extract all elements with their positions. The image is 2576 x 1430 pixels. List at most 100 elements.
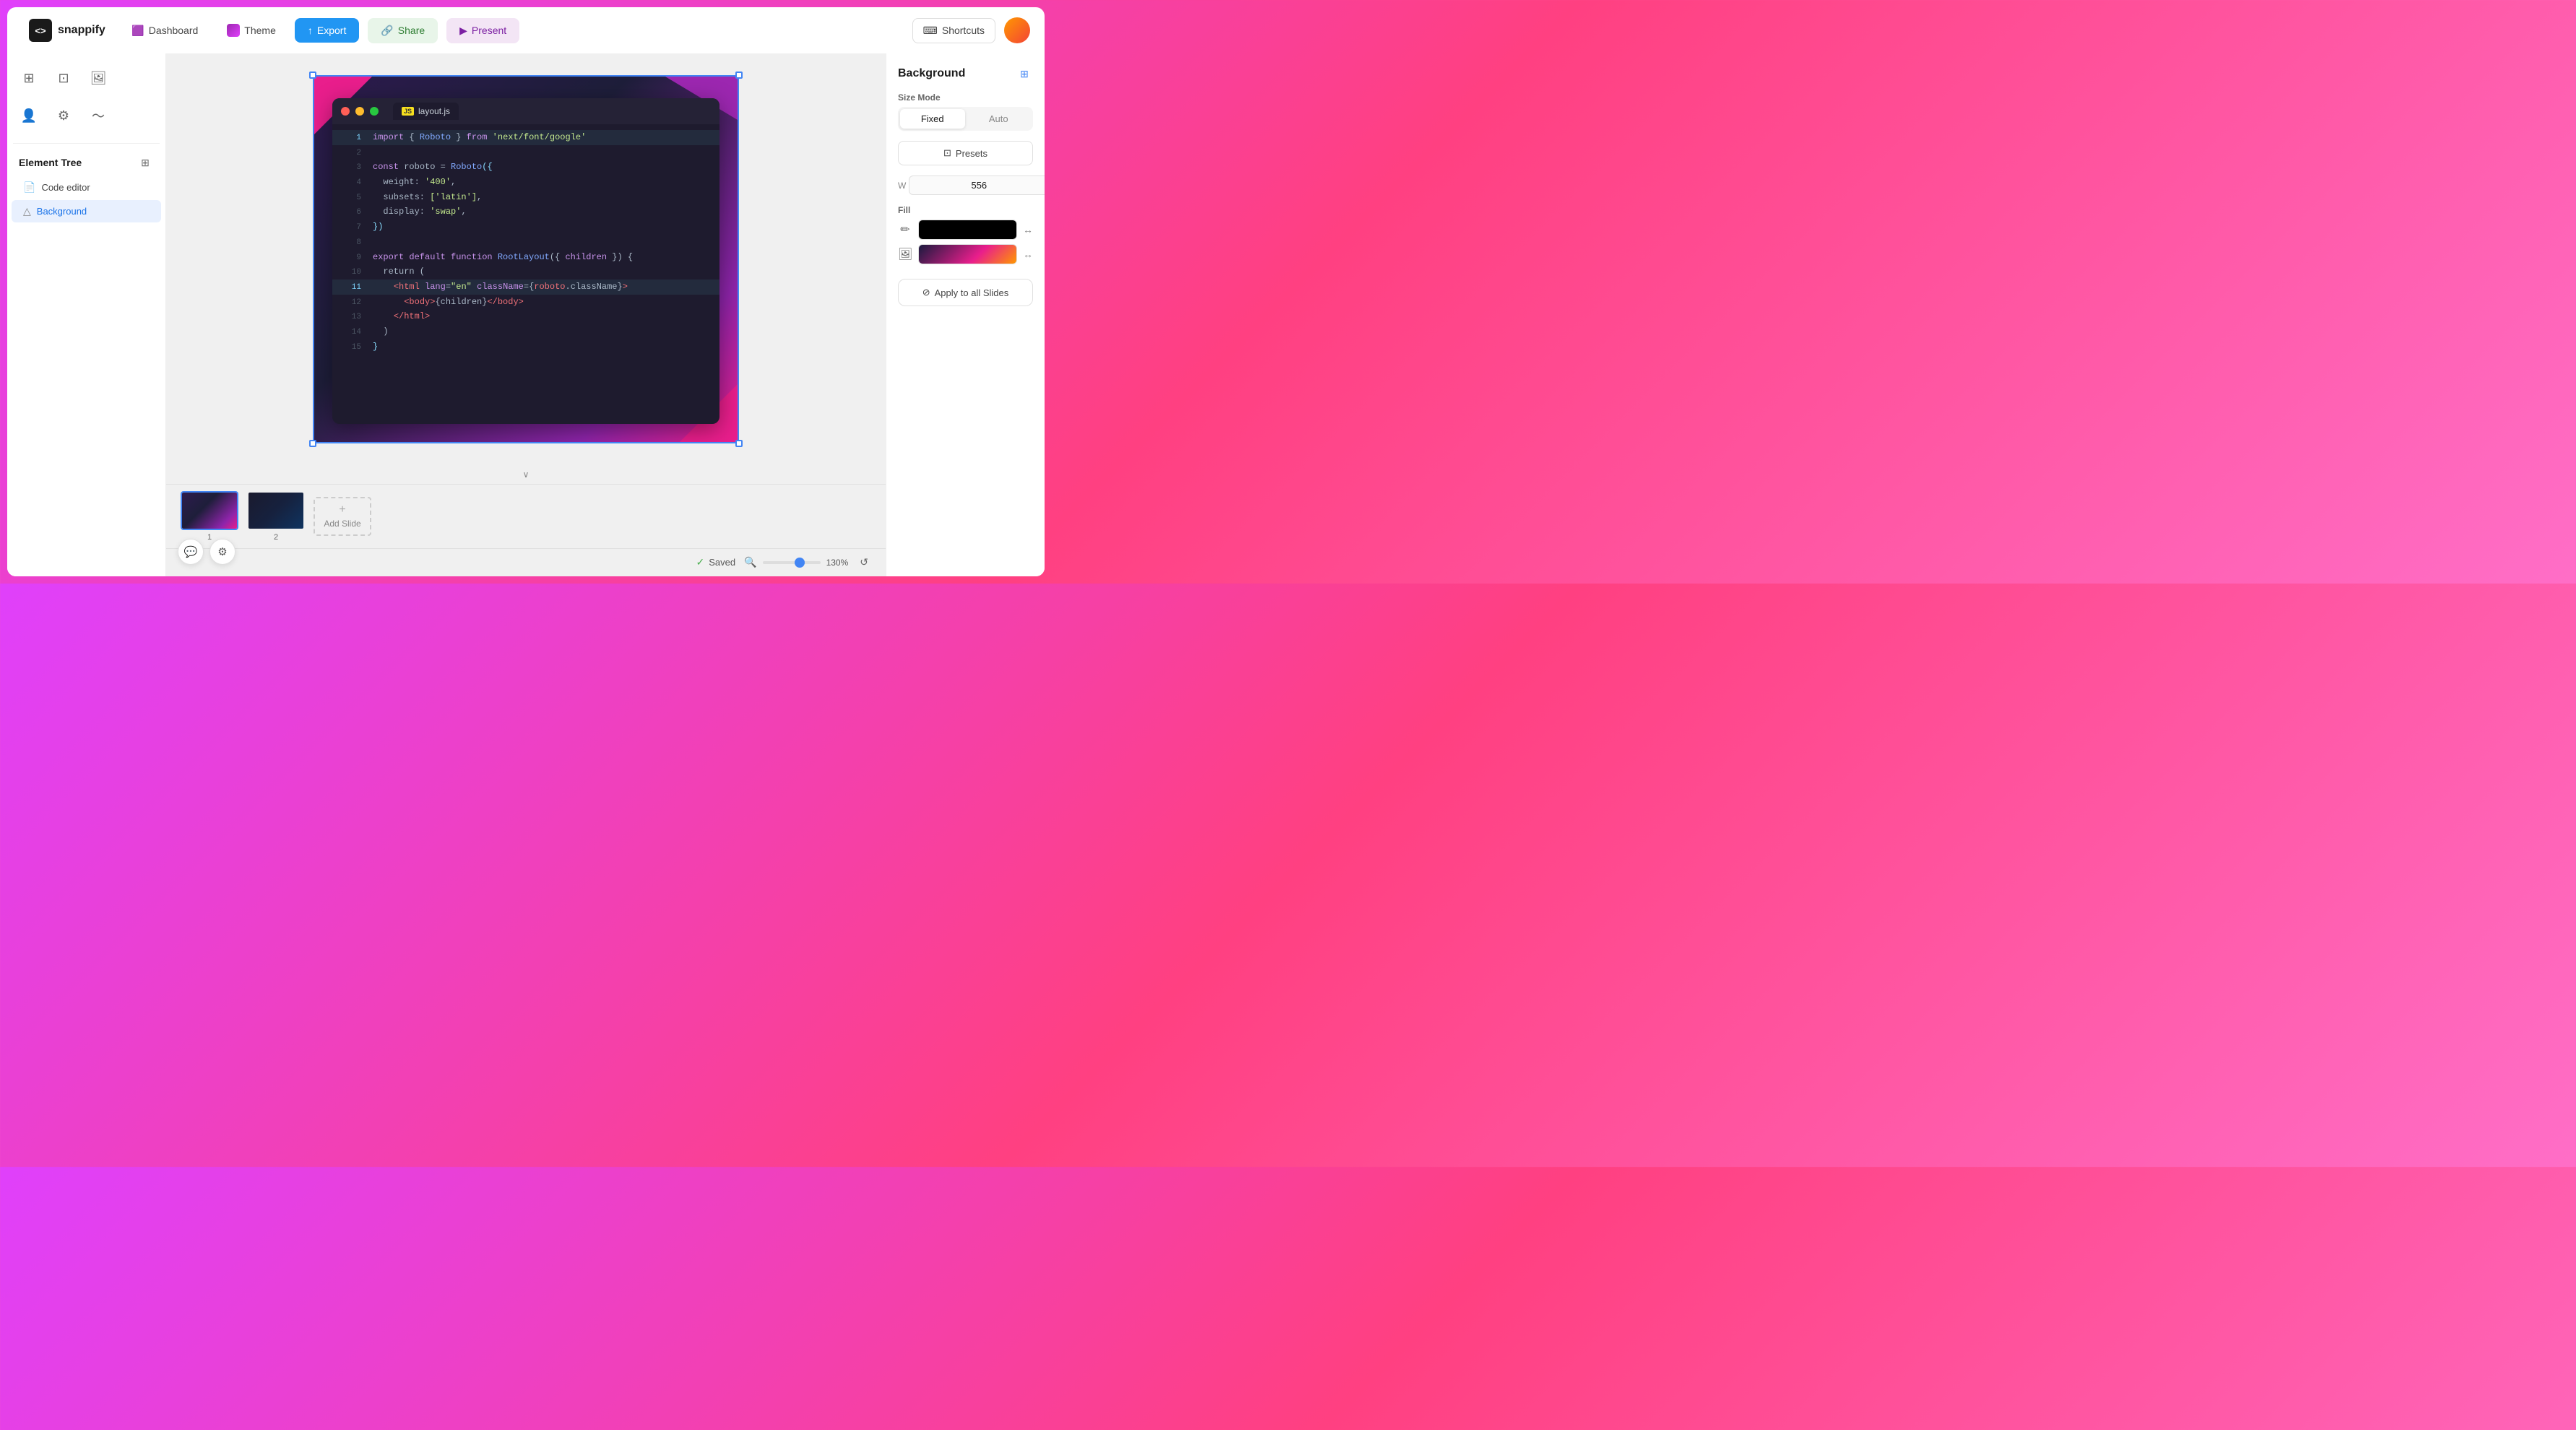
thumbnail-wrapper-2: 2 — [247, 491, 305, 542]
presets-icon: ⊡ — [943, 147, 951, 159]
handle-topright[interactable] — [735, 72, 743, 79]
code-line-5: 5 subsets: ['latin'], — [332, 190, 719, 205]
code-editor-icon: 📄 — [23, 181, 35, 194]
line-num-11: 11 — [341, 281, 361, 295]
component-icon-button[interactable]: ⊡ — [48, 62, 79, 94]
canvas-main: JS layout.js 1 import { Roboto } from 'n… — [166, 53, 886, 465]
user-icon-button[interactable]: 👤 — [13, 100, 45, 131]
panel-header: Background ⊞ — [898, 65, 1033, 82]
topbar: <> snappify 🟪 Dashboard Theme ↑ Export 🔗… — [7, 7, 1045, 53]
handle-bottomleft[interactable] — [309, 440, 316, 447]
code-line-7-content: }) — [373, 220, 711, 234]
logo-button[interactable]: <> snappify — [22, 14, 113, 46]
code-line-10: 10 return ( — [332, 264, 719, 280]
panel-title: Background — [898, 67, 965, 80]
traffic-yellow — [355, 107, 364, 116]
icon-row-2: 👤 ⚙ 〜 — [13, 97, 160, 134]
element-tree-header: Element Tree ⊞ — [7, 147, 165, 176]
code-titlebar: JS layout.js — [332, 98, 719, 124]
apply-to-all-slides-button[interactable]: ⊘ Apply to all Slides — [898, 279, 1033, 306]
thumbnails-bar: 1 2 + Add Slide — [166, 484, 886, 548]
code-line-14-content: ) — [373, 324, 711, 339]
file-tab[interactable]: JS layout.js — [393, 103, 459, 120]
right-panel: Background ⊞ Size Mode Fixed Auto ⊡ Pres… — [886, 53, 1045, 576]
width-field: W — [898, 176, 1045, 195]
panel-link-button[interactable]: ⊞ — [1016, 65, 1033, 82]
zoom-control[interactable]: 🔍 130% — [744, 556, 848, 568]
add-slide-wrapper: + Add Slide — [314, 497, 371, 536]
code-line-1-content: import { Roboto } from 'next/font/google… — [373, 130, 711, 144]
add-slide-button[interactable]: + Add Slide — [314, 497, 371, 536]
fixed-toggle[interactable]: Fixed — [900, 109, 965, 129]
tree-item-background[interactable]: △ Background — [12, 200, 161, 222]
code-line-12: 12 <body>{children}</body> — [332, 295, 719, 310]
zoom-thumb[interactable] — [795, 558, 805, 568]
line-num-14: 14 — [341, 326, 361, 339]
chat-button[interactable]: 💬 — [178, 539, 204, 565]
line-num-7: 7 — [341, 221, 361, 235]
saved-check-icon: ✓ — [696, 556, 705, 568]
slide-container[interactable]: JS layout.js 1 import { Roboto } from 'n… — [313, 75, 739, 443]
code-line-13: 13 </html> — [332, 309, 719, 324]
export-button[interactable]: ↑ Export — [295, 18, 359, 43]
code-line-9: 9 export default function RootLayout({ c… — [332, 250, 719, 265]
code-line-14: 14 ) — [332, 324, 719, 339]
code-line-5-content: subsets: ['latin'], — [373, 190, 711, 204]
fill-action-button-2[interactable]: ↔ — [1023, 248, 1033, 260]
line-num-6: 6 — [341, 206, 361, 220]
avatar[interactable] — [1004, 17, 1030, 43]
fill-action-button-1[interactable]: ↔ — [1023, 224, 1033, 235]
status-bar: ✓ Saved 🔍 130% ↺ — [166, 548, 886, 576]
tree-item-code-editor[interactable]: 📄 Code editor — [12, 176, 161, 199]
line-num-12: 12 — [341, 296, 361, 310]
theme-button[interactable]: Theme — [217, 18, 286, 43]
dashboard-button[interactable]: 🟪 Dashboard — [121, 18, 209, 43]
fill-row-2: 🖼 ↔ — [898, 244, 1033, 264]
share-button[interactable]: 🔗 Share — [368, 18, 438, 43]
handle-topleft[interactable] — [309, 72, 316, 79]
line-num-3: 3 — [341, 161, 361, 175]
code-line-6-content: display: 'swap', — [373, 204, 711, 219]
line-num-5: 5 — [341, 191, 361, 205]
width-input[interactable] — [909, 176, 1045, 195]
fill-image-icon: 🖼 — [898, 247, 912, 261]
code-line-4: 4 weight: '400', — [332, 175, 719, 190]
image-icon-button[interactable]: 🖼 — [82, 62, 114, 94]
zoom-slider[interactable] — [763, 561, 821, 564]
zoom-icon: 🔍 — [744, 556, 756, 568]
thumb-label-2: 2 — [274, 533, 278, 542]
handle-bottomright[interactable] — [735, 440, 743, 447]
code-line-7: 7 }) — [332, 220, 719, 235]
code-line-13-content: </html> — [373, 309, 711, 324]
code-body: 1 import { Roboto } from 'next/font/goog… — [332, 124, 719, 360]
auto-toggle[interactable]: Auto — [967, 109, 1032, 129]
size-mode-toggle: Fixed Auto — [898, 107, 1033, 131]
present-button[interactable]: ▶ Present — [446, 18, 519, 43]
thumbnail-2[interactable] — [247, 491, 305, 530]
wave-icon-button[interactable]: 〜 — [82, 100, 114, 131]
code-line-11-content: <html lang="en" className={roboto.classN… — [373, 280, 711, 294]
line-num-8: 8 — [341, 236, 361, 250]
code-line-8-content — [373, 235, 711, 249]
slide-canvas[interactable]: JS layout.js 1 import { Roboto } from 'n… — [313, 75, 739, 443]
main-area: ⊞ ⊡ 🖼 👤 ⚙ 〜 Element Tree ⊞ 📄 Code editor… — [7, 53, 1045, 576]
line-num-15: 15 — [341, 341, 361, 355]
collapse-button[interactable]: ∨ — [517, 468, 535, 481]
element-tree-expand-button[interactable]: ⊞ — [137, 154, 154, 171]
fill-gradient-preview-2[interactable] — [918, 244, 1017, 264]
width-label: W — [898, 181, 906, 191]
sidebar-icon-rows: ⊞ ⊡ 🖼 👤 ⚙ 〜 — [7, 53, 165, 140]
settings-circle-button[interactable]: ⚙ — [209, 539, 235, 565]
zoom-reset-button[interactable]: ↺ — [857, 553, 871, 571]
code-line-4-content: weight: '400', — [373, 175, 711, 189]
settings-icon-button[interactable]: ⚙ — [48, 100, 79, 131]
fill-color-preview-1[interactable] — [918, 220, 1017, 240]
line-num-10: 10 — [341, 266, 361, 280]
presets-button[interactable]: ⊡ Presets — [898, 141, 1033, 165]
dashboard-icon: 🟪 — [131, 24, 144, 37]
shortcuts-button[interactable]: ⌨ Shortcuts — [912, 18, 995, 43]
layout-icon-button[interactable]: ⊞ — [13, 62, 45, 94]
link-icon: ⊞ — [1020, 68, 1029, 80]
present-icon: ▶ — [459, 25, 467, 37]
thumbnail-1[interactable] — [181, 491, 238, 530]
